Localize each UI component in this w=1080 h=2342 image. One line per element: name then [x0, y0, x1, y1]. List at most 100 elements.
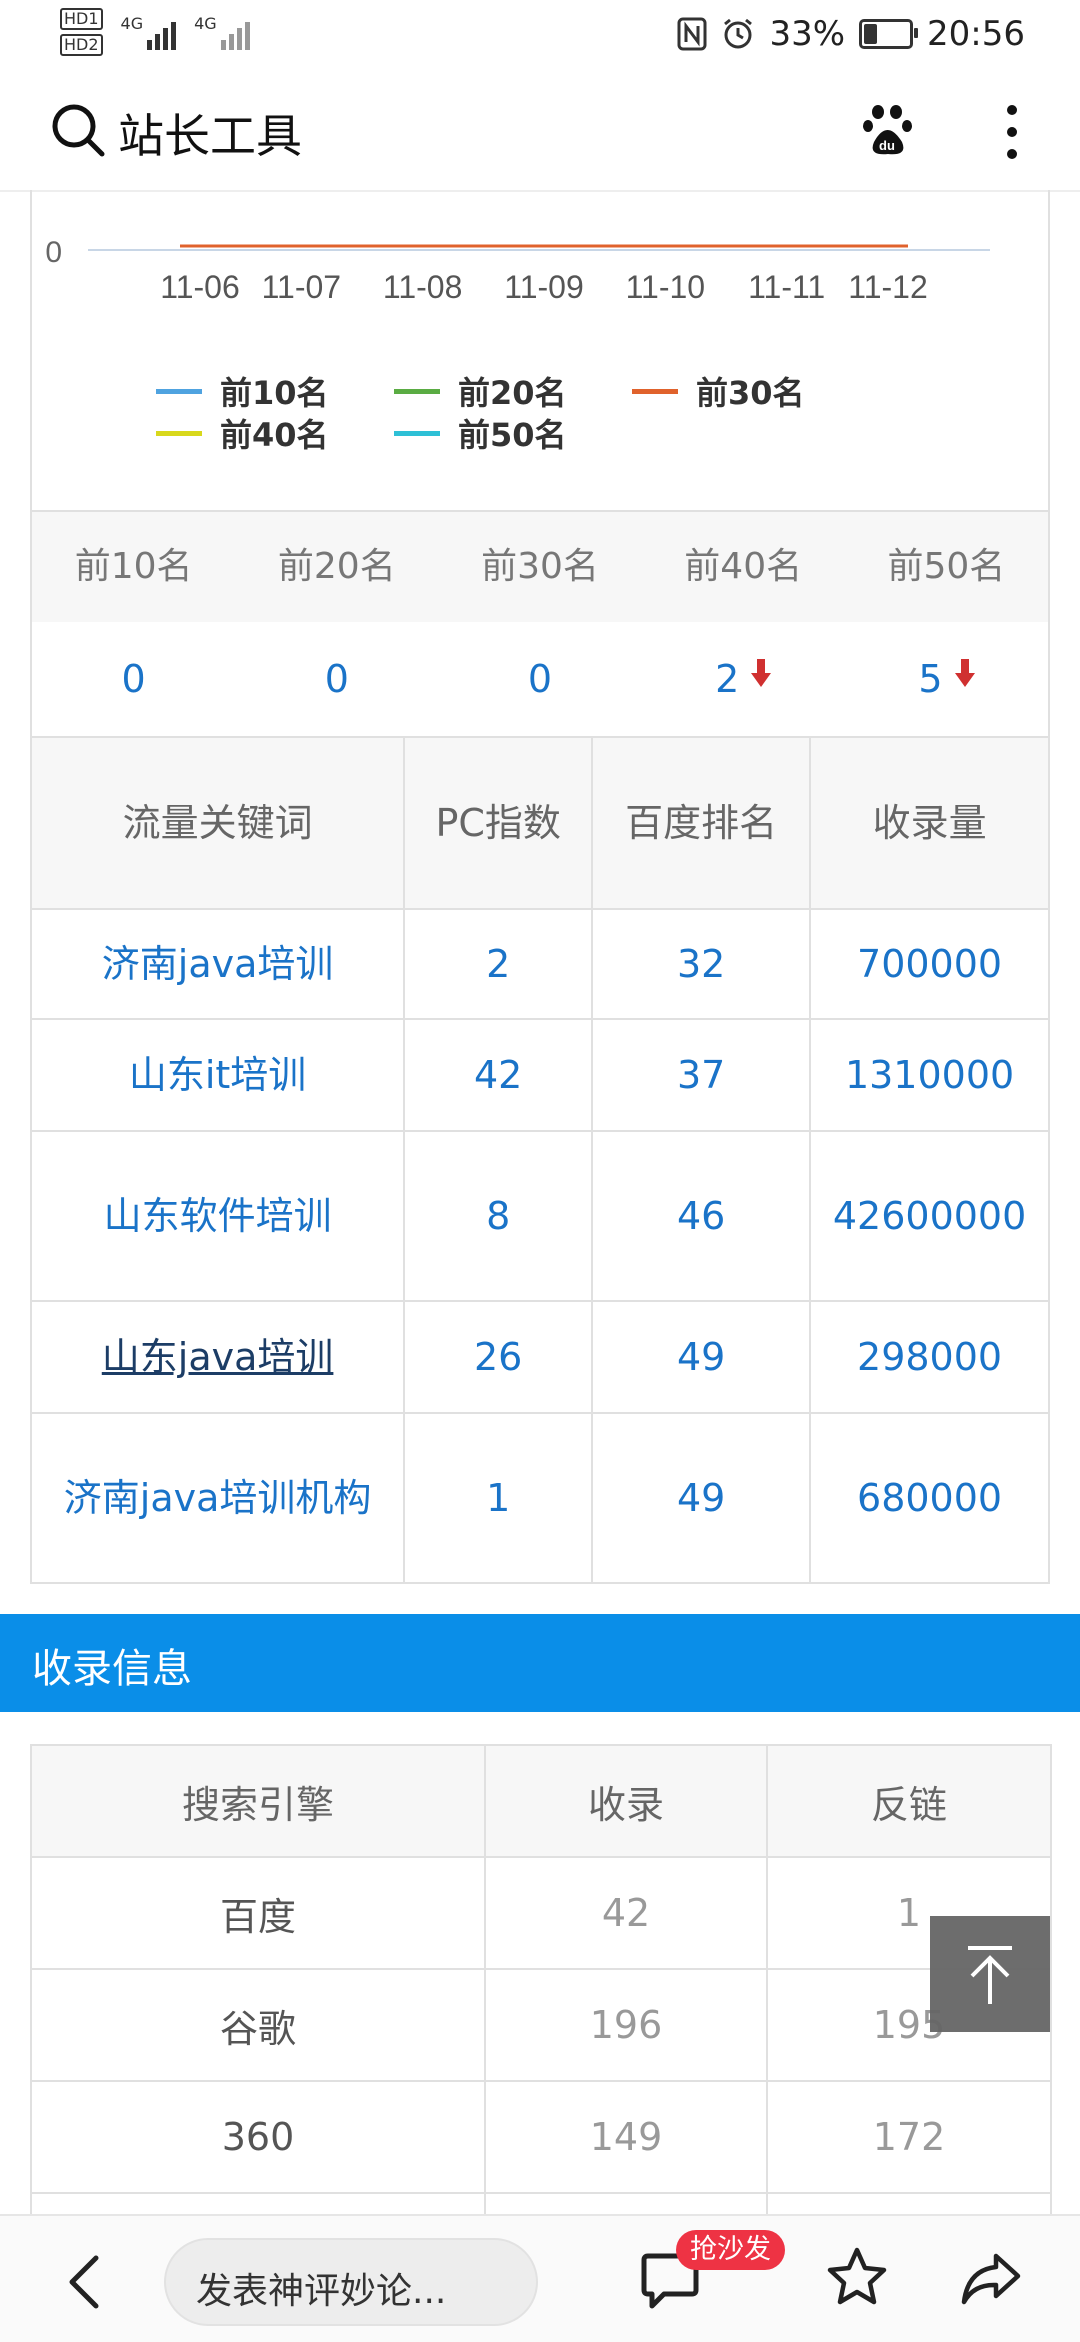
hd2-icon: HD2: [60, 34, 103, 56]
col-header: 反链: [766, 1744, 1052, 1858]
section-header-index-info: 收录信息: [0, 1614, 1080, 1712]
legend-label: 前20名: [458, 374, 567, 412]
down-arrow-icon: [751, 658, 772, 687]
signal-2: 4G: [194, 14, 250, 50]
signal-bars-icon: [147, 14, 177, 50]
baidu-rank: 32: [591, 908, 812, 1020]
index-count: 42600000: [809, 1130, 1050, 1302]
keyword-link[interactable]: 济南java培训: [29, 908, 406, 1020]
table-row: 谷歌 196 195: [30, 1968, 1052, 2082]
battery-percent: 33%: [769, 14, 846, 54]
table-row: 山东软件培训 8 46 42600000: [29, 1130, 1050, 1302]
pc-index: 1: [403, 1412, 594, 1584]
col-header: PC指数: [403, 736, 594, 910]
index-count: 298000: [809, 1300, 1050, 1414]
engine-name: 360: [30, 2080, 486, 2194]
arrow-up-icon: [968, 1946, 1012, 2004]
bottom-bar: 发表神评妙论... 抢沙发: [0, 2214, 1080, 2342]
x-tick-label: 11-08: [383, 269, 462, 305]
back-to-top-button[interactable]: [930, 1916, 1050, 2032]
legend-swatch: [156, 430, 202, 436]
index-count: 1310000: [809, 1018, 1050, 1132]
pc-index: 2: [403, 908, 594, 1020]
engine-name: 百度: [30, 1856, 486, 1970]
x-tick-label: 11-10: [626, 269, 705, 305]
search-icon[interactable]: [50, 102, 106, 158]
indexed-count: 196: [484, 1968, 768, 2082]
rank-header-cell: 前50名: [887, 546, 1006, 587]
baidu-rank: 46: [591, 1130, 812, 1302]
table-row: 山东it培训 42 37 1310000: [29, 1018, 1050, 1132]
keyword-link[interactable]: 山东java培训: [29, 1300, 406, 1414]
status-right: 33% 20:56: [677, 14, 1025, 54]
nfc-icon: [677, 17, 707, 51]
table-row: 济南java培训机构 1 49 680000: [29, 1412, 1050, 1584]
hd1-icon: HD1: [60, 8, 103, 30]
rank-value[interactable]: 0: [32, 622, 235, 736]
x-tick-label: 11-12: [848, 269, 927, 305]
rank-header-cell: 前40名: [684, 546, 803, 587]
alarm-icon: [724, 18, 753, 49]
rank-value[interactable]: 5: [845, 622, 1048, 736]
app-header: 站长工具 du: [0, 72, 1080, 192]
signal-bars-icon: [220, 14, 250, 50]
legend-swatch: [394, 388, 440, 394]
table-row: 百度 42 1: [30, 1856, 1052, 1970]
legend-item[interactable]: 前20名: [394, 368, 567, 414]
rank-value[interactable]: 2: [642, 622, 845, 736]
more-vertical-icon[interactable]: [1002, 102, 1022, 162]
col-header: 流量关键词: [29, 736, 406, 910]
pc-index: 42: [403, 1018, 594, 1132]
keyword-link[interactable]: 济南java培训机构: [29, 1412, 406, 1584]
rank-summary-values: 0 0 0 2 5: [32, 622, 1048, 738]
status-bar: HD1 HD2 4G 4G 33% 20:56: [0, 0, 1080, 72]
rank-header-cell: 前20名: [277, 546, 396, 587]
indexed-count: 42: [484, 1856, 768, 1970]
keyword-link[interactable]: 山东软件培训: [29, 1130, 406, 1302]
table-header-row: 流量关键词 PC指数 百度排名 收录量: [29, 736, 1050, 910]
rank-header-cell: 前10名: [74, 546, 193, 587]
network-type-2: 4G: [194, 14, 217, 33]
legend-swatch: [632, 388, 678, 394]
backlink-count: 172: [766, 2080, 1052, 2194]
comment-input[interactable]: 发表神评妙论...: [164, 2238, 538, 2326]
x-tick-label: 11-07: [262, 269, 341, 305]
legend-swatch: [394, 430, 440, 436]
index-count: 700000: [809, 908, 1050, 1020]
legend-item[interactable]: 前30名: [632, 368, 805, 414]
col-header: 百度排名: [591, 736, 812, 910]
x-tick-label: 11-06: [160, 269, 239, 305]
down-arrow-icon: [954, 658, 975, 687]
keyword-link[interactable]: 山东it培训: [29, 1018, 406, 1132]
rank-value[interactable]: 0: [438, 622, 641, 736]
sofa-badge[interactable]: 抢沙发: [676, 2230, 785, 2270]
baidu-rank: 49: [591, 1300, 812, 1414]
keywords-table: 流量关键词 PC指数 百度排名 收录量 济南java培训 2 32 700000…: [29, 736, 1050, 1584]
rank-value[interactable]: 0: [235, 622, 438, 736]
section-title: 收录信息: [32, 1646, 192, 1692]
col-header: 收录: [484, 1744, 768, 1858]
y-tick-label: 0: [45, 236, 62, 269]
back-arrow-icon[interactable]: [64, 2252, 104, 2312]
ranking-trend-chart: 0 11-06 11-07 11-08 11-09 11-10 11-11 11-12 前10…: [30, 190, 1050, 512]
legend-label: 前10名: [220, 374, 329, 412]
hd-icons: HD1 HD2: [60, 8, 103, 56]
col-header: 收录量: [809, 736, 1050, 910]
star-icon[interactable]: [826, 2246, 888, 2308]
pc-index: 8: [403, 1130, 594, 1302]
page-title: 站长工具: [118, 109, 302, 163]
chart-plot: 0 11-06 11-07 11-08 11-09 11-10 11-11 11-12: [45, 236, 990, 305]
signal-1: 4G: [121, 14, 177, 50]
legend-item[interactable]: 前50名: [394, 410, 567, 456]
table-row: 济南java培训 2 32 700000: [29, 908, 1050, 1020]
network-indicators: HD1 HD2 4G 4G: [60, 8, 250, 56]
engine-name: 谷歌: [30, 1968, 486, 2082]
baidu-paw-icon[interactable]: du: [862, 102, 918, 158]
legend-item[interactable]: 前10名: [156, 368, 329, 414]
share-icon[interactable]: [960, 2250, 1022, 2306]
legend-label: 前40名: [220, 416, 329, 454]
col-header: 搜索引擎: [30, 1744, 486, 1858]
x-tick-label: 11-11: [748, 269, 825, 305]
legend-item[interactable]: 前40名: [156, 410, 329, 456]
table-row: 360 149 172: [30, 2080, 1052, 2194]
